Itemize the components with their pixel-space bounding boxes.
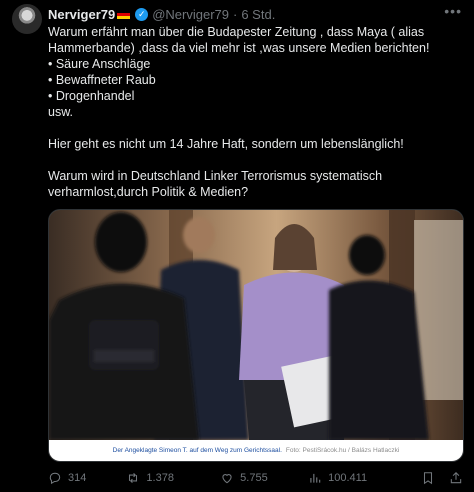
tweet[interactable]: Nerviger79 ✓ @Nerviger79 · 6 Std. ••• Wa… [0, 0, 474, 492]
german-flag-icon [117, 9, 131, 19]
avatar[interactable] [12, 4, 42, 34]
author-handle[interactable]: @Nerviger79 [152, 7, 229, 22]
text-line: usw. [48, 105, 74, 119]
text-line: Hier geht es nicht um 14 Jahre Haft, son… [48, 137, 404, 151]
verified-icon: ✓ [135, 7, 149, 21]
image-caption: Der Angeklagte Simeon T. auf dem Weg zum… [49, 440, 463, 461]
reply-icon [49, 472, 61, 485]
caption-text: Der Angeklagte Simeon T. auf dem Weg zum… [112, 447, 282, 454]
like-icon [222, 474, 232, 484]
text-line: • Drogenhandel [48, 89, 135, 103]
text-line: verharmlost,durch Politik & Medien? [48, 185, 249, 199]
more-icon[interactable]: ••• [444, 3, 462, 19]
author-display-name[interactable]: Nerviger79 [48, 7, 115, 22]
reply-count: 314 [68, 472, 87, 484]
views-count: 100.411 [328, 472, 368, 484]
text-line: Warum erfährt man über die Budapester Ze… [48, 25, 425, 39]
views-button[interactable]: 100.411 [308, 471, 421, 485]
tweet-header: Nerviger79 ✓ @Nerviger79 · 6 Std. [48, 5, 464, 23]
bookmark-icon[interactable] [421, 471, 435, 485]
text-line: Hammerbande) ,dass da viel mehr ist ,was… [48, 41, 430, 55]
text-line: • Säure Anschläge [48, 57, 151, 71]
like-button[interactable]: 5.755 [220, 471, 308, 485]
timestamp[interactable]: 6 Std. [241, 7, 275, 22]
news-photo [49, 210, 463, 440]
repost-count: 1.378 [146, 472, 174, 484]
views-icon [310, 473, 321, 483]
like-count: 5.755 [240, 472, 268, 484]
action-bar: 314 1.378 5.755 100.411 [48, 470, 463, 486]
repost-icon [129, 472, 138, 484]
share-icon[interactable] [449, 471, 463, 485]
text-line: • Bewaffneter Raub [48, 73, 156, 87]
tweet-text: Warum erfährt man über die Budapester Ze… [48, 24, 468, 200]
reply-button[interactable]: 314 [48, 471, 126, 485]
media-image[interactable]: Der Angeklagte Simeon T. auf dem Weg zum… [48, 209, 464, 462]
separator: · [233, 6, 238, 22]
repost-button[interactable]: 1.378 [126, 471, 220, 485]
photo-credit: Foto: PestiSrácok.hu / Balázs Hatlaczki [285, 447, 400, 454]
text-line: Warum wird in Deutschland Linker Terrori… [48, 169, 383, 183]
